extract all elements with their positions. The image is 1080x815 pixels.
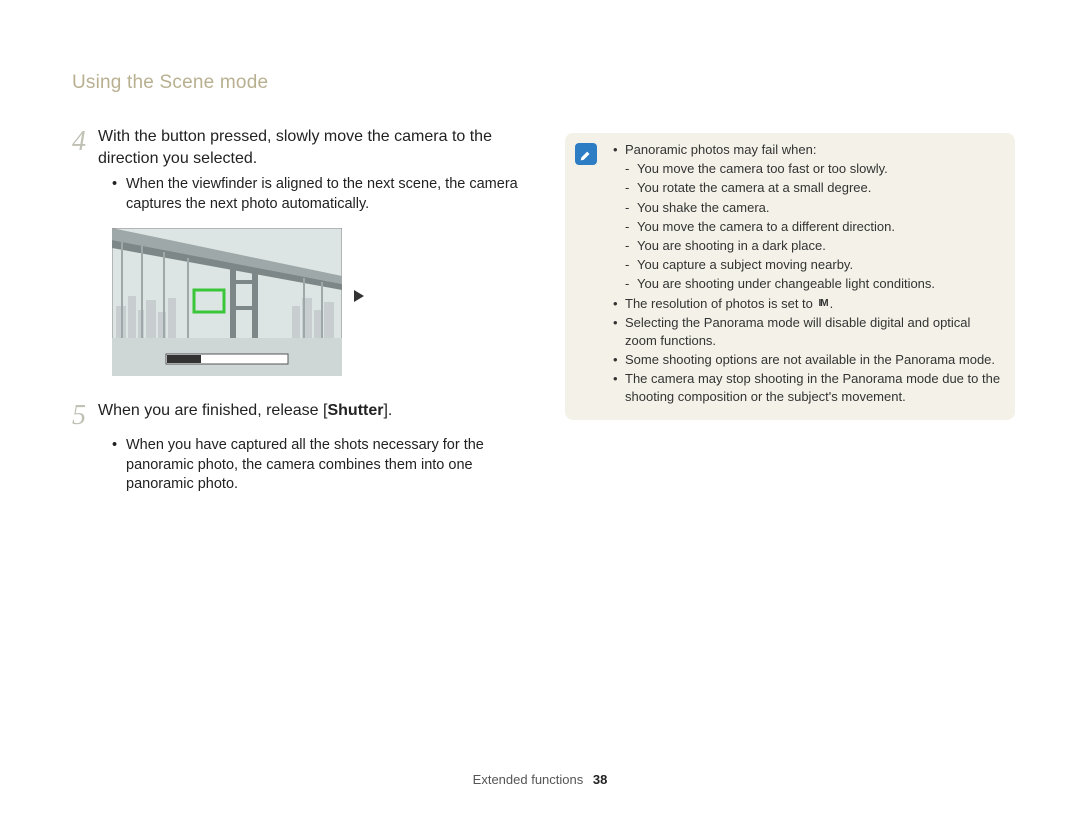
note-bullet: The camera may stop shooting in the Pano…: [613, 370, 1003, 406]
footer-section: Extended functions: [473, 772, 584, 787]
step-sub-bullet: When you have captured all the shots nec…: [112, 436, 542, 495]
resolution-icon: IM: [819, 297, 828, 311]
step-number: 5: [72, 400, 98, 430]
note-text-b: .: [830, 296, 834, 311]
note-bullet: Panoramic photos may fail when:: [613, 141, 1003, 159]
note-text-a: The resolution of photos is set to: [625, 296, 817, 311]
step-sub-bullet: When the viewfinder is aligned to the ne…: [112, 175, 542, 214]
step-text-part-a: When you are finished, release [: [98, 402, 327, 419]
step-text-part-b: ].: [383, 402, 392, 419]
note-bullet: Selecting the Panorama mode will disable…: [613, 314, 1003, 350]
step-5: 5 When you are finished, release [Shutte…: [72, 400, 542, 495]
note-box: Panoramic photos may fail when: You move…: [565, 133, 1015, 420]
step-4: 4 With the button pressed, slowly move t…: [72, 126, 542, 376]
note-dash: You are shooting under changeable light …: [613, 275, 1003, 293]
note-dash: You rotate the camera at a small degree.: [613, 179, 1003, 197]
note-list: Panoramic photos may fail when: You move…: [613, 141, 1003, 407]
note-dash: You capture a subject moving nearby.: [613, 256, 1003, 274]
step-text-bold: Shutter: [327, 402, 383, 419]
step-text: With the button pressed, slowly move the…: [98, 126, 542, 169]
note-dash: You move the camera too fast or too slow…: [613, 160, 1003, 178]
step-number: 4: [72, 126, 98, 156]
play-arrow-icon: [354, 290, 364, 302]
left-column: 4 With the button pressed, slowly move t…: [72, 126, 542, 513]
note-bullet: Some shooting options are not available …: [613, 351, 1003, 369]
step-text: When you are finished, release [Shutter]…: [98, 400, 392, 422]
note-bullet: The resolution of photos is set to IM.: [613, 295, 1003, 313]
note-dash: You are shooting in a dark place.: [613, 237, 1003, 255]
footer: Extended functions 38: [0, 772, 1080, 787]
note-icon: [575, 143, 597, 165]
note-dash: You shake the camera.: [613, 199, 1003, 217]
page-title: Using the Scene mode: [72, 72, 268, 94]
note-dash: You move the camera to a different direc…: [613, 218, 1003, 236]
panorama-illustration: [112, 228, 372, 376]
footer-page-number: 38: [593, 772, 607, 787]
